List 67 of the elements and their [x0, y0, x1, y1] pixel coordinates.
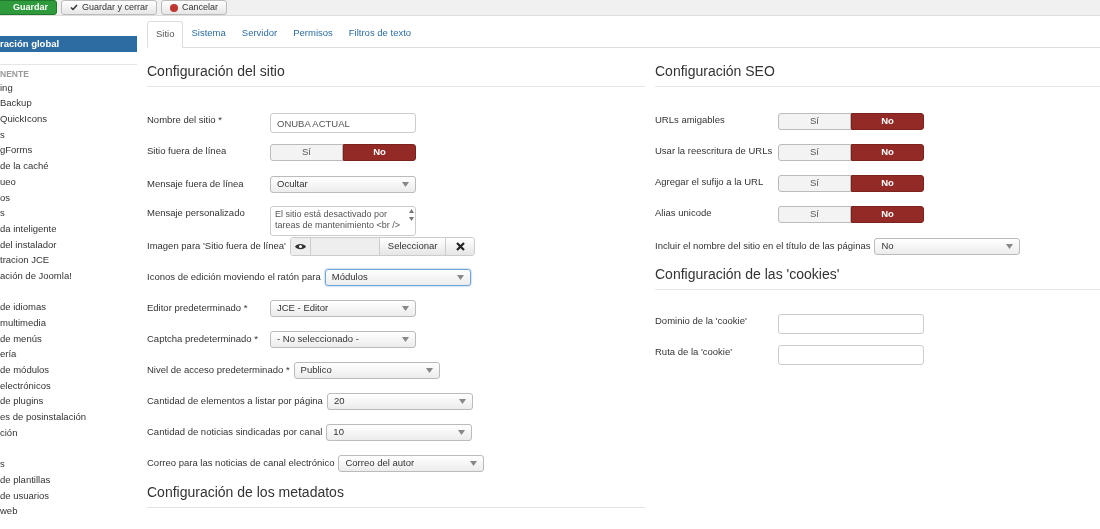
no-toggle-button[interactable]: No — [851, 144, 924, 161]
field-label: Usar la reescritura de URLs — [655, 144, 774, 158]
caret-icon — [456, 275, 464, 280]
field-label: Alias unicode — [655, 206, 713, 220]
yes-toggle-button[interactable]: Sí — [778, 206, 851, 223]
field-label: Editor predeterminado * — [147, 301, 249, 316]
text-field[interactable] — [778, 314, 924, 334]
field-label: Iconos de edición moviendo el ratón para — [147, 270, 321, 285]
caret-icon — [425, 368, 433, 373]
field-label: Cantidad de elementos a listar por página — [147, 394, 323, 409]
field-label: Mensaje fuera de línea — [147, 177, 245, 192]
yes-toggle-button[interactable]: Sí — [778, 144, 851, 161]
tab[interactable]: Permisos — [285, 20, 341, 47]
toolbar-button[interactable]: Cancelar — [161, 0, 228, 15]
section-title: Configuración de las 'cookies' — [655, 264, 1100, 290]
caret-icon — [402, 306, 409, 311]
no-toggle-button[interactable]: No — [851, 175, 924, 192]
select-field[interactable]: 20 — [326, 393, 473, 410]
caret-icon — [470, 461, 478, 466]
select-field[interactable]: JCE - Editor — [270, 300, 416, 317]
tab[interactable]: Sistema — [183, 20, 234, 47]
select-field[interactable]: - No seleccionado - — [270, 331, 416, 348]
field-label: Imagen para 'Sitio fuera de línea' — [147, 239, 286, 254]
caret-icon — [458, 399, 466, 404]
yes-toggle-button[interactable]: Sí — [778, 175, 851, 192]
caret-icon — [458, 430, 466, 435]
field-label: URLs amigables — [655, 113, 726, 127]
field-label: Sitio fuera de línea — [147, 144, 228, 158]
no-toggle-button[interactable]: No — [343, 144, 416, 161]
select-field[interactable]: Correo del autor — [338, 455, 485, 472]
select-field[interactable]: Módulos — [324, 269, 471, 286]
field-label: Cantidad de noticias sindicadas por canal — [147, 425, 323, 440]
scroll-arrows-icon — [408, 209, 414, 221]
field-label: Nombre del sitio * — [147, 113, 223, 127]
tab[interactable]: Sitio — [147, 21, 184, 48]
field-label: Mensaje personalizado — [147, 206, 246, 220]
text-field[interactable]: ONUBA ACTUAL — [270, 113, 416, 133]
sidebar-item[interactable]: ración global — [0, 36, 137, 52]
cancel-icon — [170, 3, 179, 12]
section-title: Configuración del sitio — [147, 61, 645, 87]
field-label: Captcha predeterminado * — [147, 332, 259, 347]
section-title: Configuración SEO — [655, 61, 1100, 87]
no-toggle-button[interactable]: No — [851, 206, 924, 223]
field-label: Correo para las noticias de canal electrónico — [147, 456, 335, 471]
toolbar-button[interactable]: Guardar y cerrar — [61, 0, 158, 15]
field-label: Agregar el sufijo a la URL — [655, 175, 765, 189]
field-label: Ruta de la 'cookie' — [655, 345, 734, 359]
field-label: Dominio de la 'cookie' — [655, 314, 748, 328]
caret-icon — [402, 182, 409, 187]
section-title: Configuración de los metadatos — [147, 482, 645, 508]
select-field[interactable]: Ocultar — [270, 176, 416, 193]
text-field[interactable] — [778, 345, 924, 365]
tab[interactable]: Servidor — [233, 20, 286, 47]
select-field[interactable]: Publico — [293, 362, 440, 379]
select-field[interactable]: 10 — [326, 424, 473, 441]
no-toggle-button[interactable]: No — [851, 113, 924, 130]
yes-toggle-button[interactable]: Sí — [270, 144, 343, 161]
caret-icon — [402, 337, 409, 342]
field-label: Nivel de acceso predeterminado * — [147, 363, 290, 378]
tab[interactable]: Filtros de texto — [340, 20, 420, 47]
yes-toggle-button[interactable]: Sí — [778, 113, 851, 130]
check-icon — [70, 4, 78, 11]
caret-icon — [1006, 244, 1014, 249]
field-label: Incluir el nombre del sitio en el título de las páginas — [655, 239, 871, 254]
toolbar-button[interactable]: Guardar — [0, 0, 57, 15]
select-field[interactable]: No — [874, 238, 1021, 255]
textarea-field[interactable]: El sitio está desactivado por tareas de mantenimiento <br /> — [270, 206, 416, 236]
